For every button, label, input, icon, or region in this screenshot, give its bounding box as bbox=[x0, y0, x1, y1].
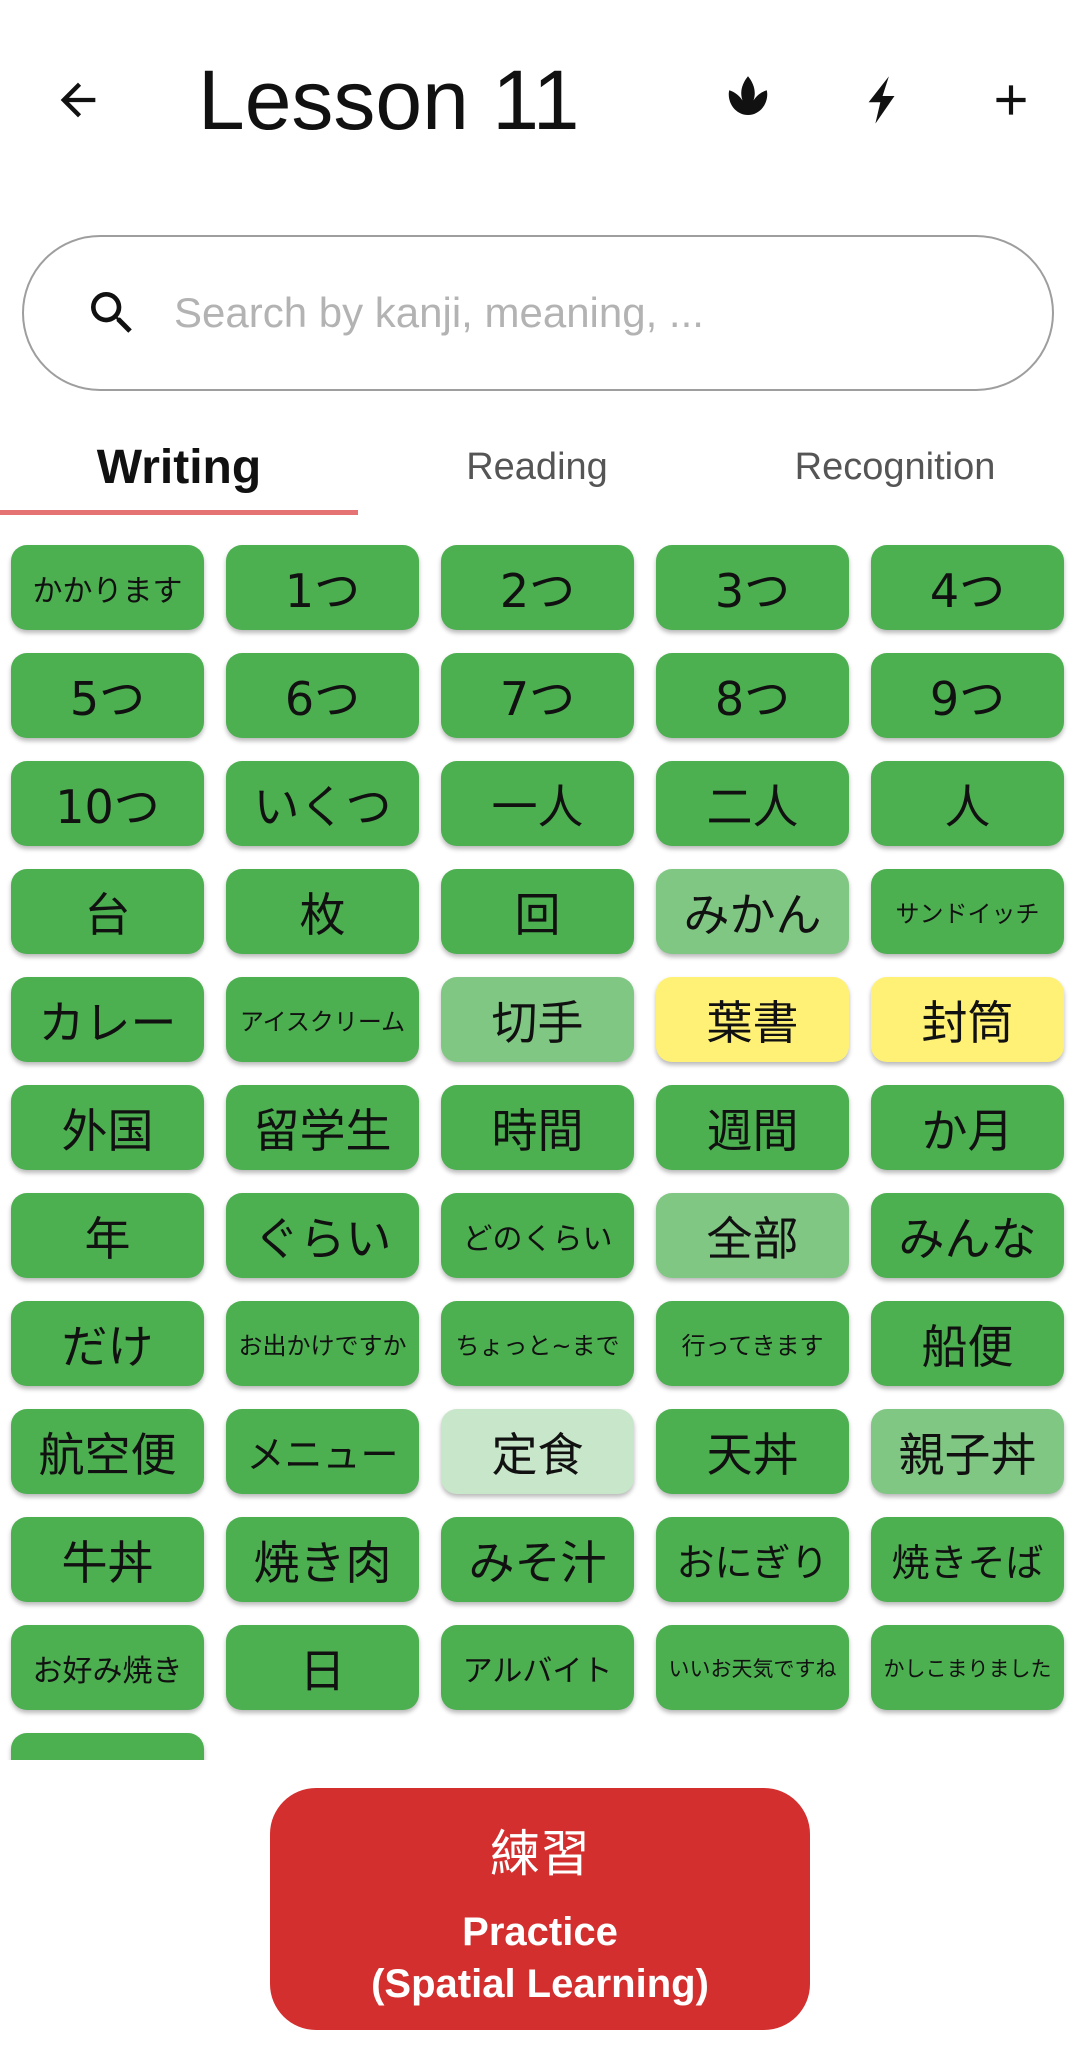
bolt-icon bbox=[868, 76, 895, 124]
practice-label-line1: Practice bbox=[462, 1910, 618, 1954]
vocab-chip[interactable]: カレー bbox=[11, 977, 204, 1062]
search-icon bbox=[91, 292, 132, 333]
vocab-chip[interactable]: お好み焼き bbox=[11, 1625, 204, 1710]
vocab-chip[interactable]: 年 bbox=[11, 1193, 204, 1278]
vocab-chip[interactable]: サンドイッチ bbox=[871, 869, 1064, 954]
vocab-chip[interactable]: 回 bbox=[441, 869, 634, 954]
vocab-chip[interactable]: 二人 bbox=[656, 761, 849, 846]
vocab-chip[interactable]: ぐらい bbox=[226, 1193, 419, 1278]
back-button[interactable] bbox=[30, 52, 126, 148]
vocab-chip[interactable]: 週間 bbox=[656, 1085, 849, 1170]
vocab-chip[interactable]: アイスクリーム bbox=[226, 977, 419, 1062]
search-box[interactable] bbox=[22, 235, 1054, 391]
search-input[interactable] bbox=[174, 289, 994, 337]
add-button[interactable] bbox=[963, 52, 1059, 148]
tab-bar: Writing Reading Recognition bbox=[0, 420, 1080, 515]
vocab-chip[interactable]: 切手 bbox=[441, 977, 634, 1062]
tab-writing[interactable]: Writing bbox=[0, 420, 358, 515]
vocabulary-grid-viewport[interactable]: かかります 1つ 2つ 3つ 4つ 5つ 6つ 7つ 8つ 9つ 10つ いくつ 一人 二人人台枚回みかん… bbox=[0, 530, 1080, 1760]
vocab-chip[interactable]: 10つ bbox=[11, 761, 204, 846]
arrow-back-icon bbox=[60, 82, 96, 118]
vocab-chip[interactable]: か月 bbox=[871, 1085, 1064, 1170]
vocab-chip[interactable]: かしこまりました bbox=[871, 1625, 1064, 1710]
vocab-chip[interactable]: 天丼 bbox=[656, 1409, 849, 1494]
practice-label-line2: (Spatial Learning) bbox=[371, 1962, 709, 2006]
vocab-chip[interactable]: 1つ bbox=[226, 545, 419, 630]
vocab-chip[interactable]: 3つ bbox=[656, 545, 849, 630]
vocab-chip[interactable]: 7つ bbox=[441, 653, 634, 738]
vocab-chip[interactable]: お出かけですか bbox=[226, 1301, 419, 1386]
flash-button[interactable] bbox=[833, 52, 929, 148]
vocab-chip[interactable]: みかん bbox=[656, 869, 849, 954]
vocab-chip[interactable]: 台 bbox=[11, 869, 204, 954]
vocab-chip[interactable]: 9つ bbox=[871, 653, 1064, 738]
vocab-chip[interactable]: 定食 bbox=[441, 1409, 634, 1494]
vocab-chip[interactable]: 5つ bbox=[11, 653, 204, 738]
vocab-chip[interactable] bbox=[11, 1733, 204, 1760]
vocab-chip[interactable]: だけ bbox=[11, 1301, 204, 1386]
tab-recognition[interactable]: Recognition bbox=[716, 420, 1074, 515]
lotus-button[interactable] bbox=[700, 52, 796, 148]
practice-button[interactable]: 練習 Practice (Spatial Learning) bbox=[270, 1788, 810, 2030]
vocab-chip[interactable]: みんな bbox=[871, 1193, 1064, 1278]
app-bar: Lesson 11 bbox=[0, 0, 1080, 200]
vocab-chip[interactable]: 枚 bbox=[226, 869, 419, 954]
vocab-chip[interactable]: 留学生 bbox=[226, 1085, 419, 1170]
vocab-chip[interactable]: 葉書 bbox=[656, 977, 849, 1062]
page-title: Lesson 11 bbox=[198, 53, 580, 147]
vocab-chip[interactable]: 8つ bbox=[656, 653, 849, 738]
vocab-chip[interactable]: アルバイト bbox=[441, 1625, 634, 1710]
tab-reading[interactable]: Reading bbox=[358, 420, 716, 515]
vocab-chip[interactable]: 全部 bbox=[656, 1193, 849, 1278]
vocab-chip[interactable]: 一人 bbox=[441, 761, 634, 846]
vocab-chip[interactable]: 時間 bbox=[441, 1085, 634, 1170]
vocabulary-grid: かかります 1つ 2つ 3つ 4つ 5つ 6つ 7つ 8つ 9つ 10つ いくつ 一人 二人人台枚回みかん… bbox=[11, 545, 1064, 1760]
vocab-chip[interactable]: いいお天気ですね bbox=[656, 1625, 849, 1710]
practice-label: Practice (Spatial Learning) bbox=[270, 1906, 810, 2010]
vocab-chip[interactable]: 航空便 bbox=[11, 1409, 204, 1494]
vocab-chip[interactable]: メニュー bbox=[226, 1409, 419, 1494]
vocab-chip[interactable]: 人 bbox=[871, 761, 1064, 846]
vocab-chip[interactable]: 親子丼 bbox=[871, 1409, 1064, 1494]
plus-icon bbox=[996, 85, 1026, 115]
vocab-chip[interactable]: いくつ bbox=[226, 761, 419, 846]
vocab-chip[interactable]: かかります bbox=[11, 545, 204, 630]
vocab-chip[interactable]: 日 bbox=[226, 1625, 419, 1710]
vocab-chip[interactable]: 外国 bbox=[11, 1085, 204, 1170]
vocab-chip[interactable]: 6つ bbox=[226, 653, 419, 738]
vocab-chip[interactable]: 4つ bbox=[871, 545, 1064, 630]
vocab-chip[interactable]: どのくらい bbox=[441, 1193, 634, 1278]
vocab-chip[interactable]: ちょっと~まで bbox=[441, 1301, 634, 1386]
practice-kanji: 練習 bbox=[490, 1825, 590, 1883]
vocab-chip[interactable]: おにぎり bbox=[656, 1517, 849, 1602]
vocab-chip[interactable]: 2つ bbox=[441, 545, 634, 630]
vocab-chip[interactable]: 船便 bbox=[871, 1301, 1064, 1386]
vocab-chip[interactable]: 牛丼 bbox=[11, 1517, 204, 1602]
vocab-chip[interactable]: 焼き肉 bbox=[226, 1517, 419, 1602]
vocab-chip[interactable]: 焼きそば bbox=[871, 1517, 1064, 1602]
vocab-chip[interactable]: みそ汁 bbox=[441, 1517, 634, 1602]
vocab-chip[interactable]: 行ってきます bbox=[656, 1301, 849, 1386]
vocab-chip[interactable]: 封筒 bbox=[871, 977, 1064, 1062]
lotus-icon bbox=[728, 76, 768, 115]
